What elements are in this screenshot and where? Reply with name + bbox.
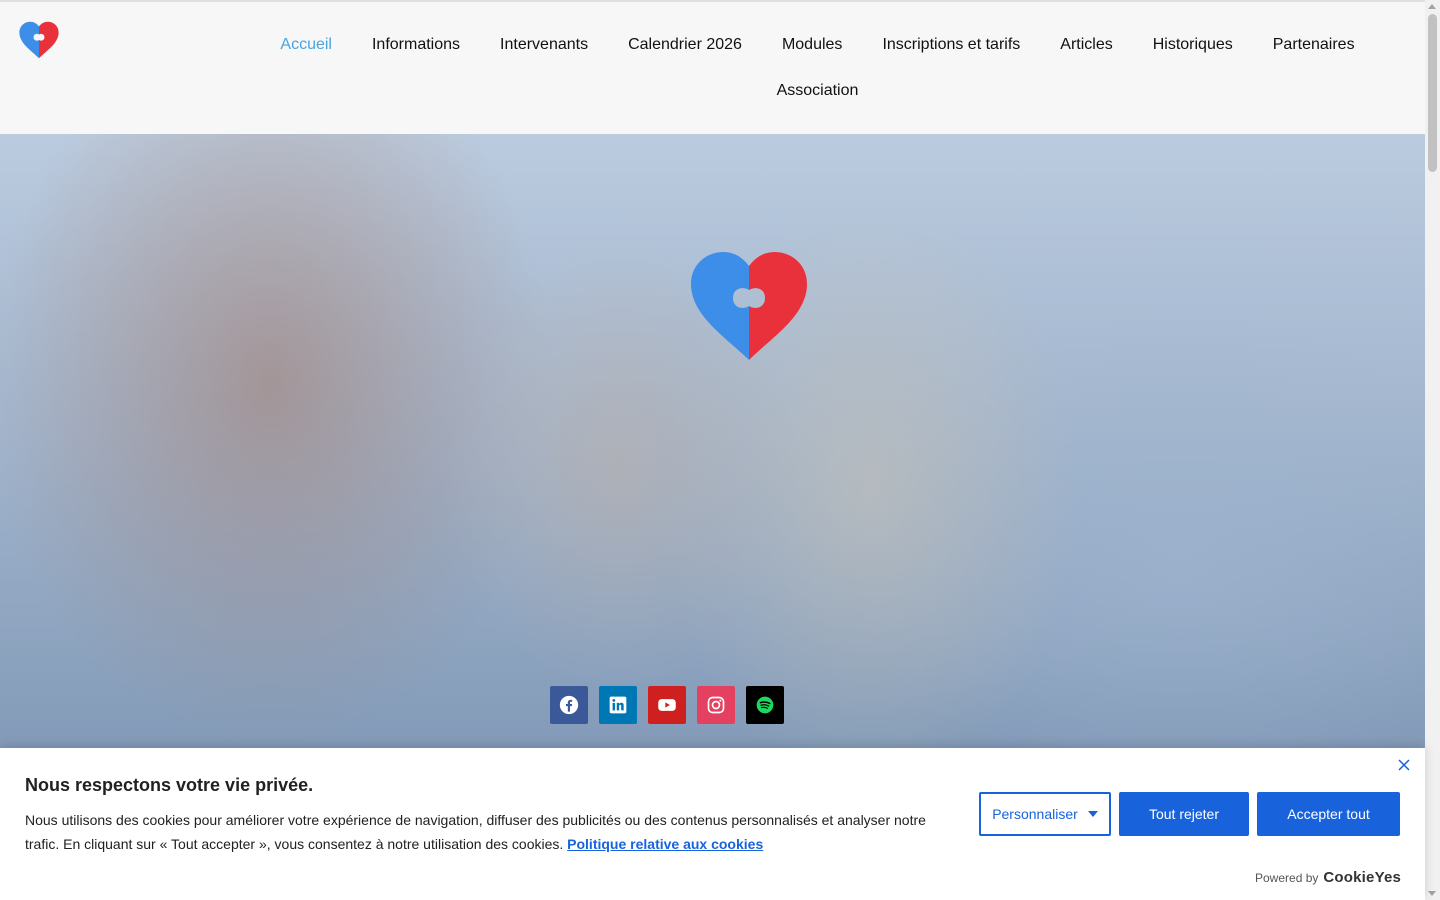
nav-item-inscriptions[interactable]: Inscriptions et tarifs [862, 24, 1040, 66]
nav-item-modules[interactable]: Modules [762, 24, 862, 66]
nav-item-historiques[interactable]: Historiques [1133, 24, 1253, 66]
cookie-policy-link[interactable]: Politique relative aux cookies [567, 836, 763, 852]
nav-item-partenaires[interactable]: Partenaires [1253, 24, 1375, 66]
nav-item-articles[interactable]: Articles [1040, 24, 1132, 66]
hero-banner [0, 134, 1425, 748]
social-links [550, 686, 784, 724]
site-header: Accueil Informations Intervenants Calend… [0, 0, 1425, 134]
cookie-description: Nous utilisons des cookies pour améliore… [25, 808, 945, 856]
spotify-icon[interactable] [746, 686, 784, 724]
hero-overlay [0, 134, 1425, 748]
customize-button[interactable]: Personnaliser [979, 792, 1111, 836]
scroll-down-arrow-icon[interactable] [1428, 891, 1436, 896]
reject-all-button[interactable]: Tout rejeter [1119, 792, 1249, 836]
powered-by: Powered by CookieYes [1255, 869, 1401, 886]
cookie-text-body: Nous utilisons des cookies pour améliore… [25, 812, 926, 852]
cookieyes-logo[interactable]: CookieYes [1323, 869, 1401, 886]
nav-item-accueil[interactable]: Accueil [260, 24, 352, 66]
instagram-icon[interactable] [697, 686, 735, 724]
youtube-icon[interactable] [648, 686, 686, 724]
main-nav: Accueil Informations Intervenants Calend… [255, 24, 1380, 112]
close-icon[interactable] [1397, 758, 1411, 772]
customize-label: Personnaliser [992, 806, 1078, 822]
nav-item-calendrier[interactable]: Calendrier 2026 [608, 24, 762, 66]
linkedin-icon[interactable] [599, 686, 637, 724]
caret-down-icon [1087, 811, 1098, 817]
facebook-icon[interactable] [550, 686, 588, 724]
accept-all-button[interactable]: Accepter tout [1257, 792, 1400, 836]
page-scrollbar[interactable] [1425, 0, 1440, 900]
scroll-up-arrow-icon[interactable] [1428, 4, 1436, 9]
nav-item-association[interactable]: Association [757, 70, 879, 112]
heart-puzzle-logo-icon[interactable] [18, 20, 60, 60]
nav-item-intervenants[interactable]: Intervenants [480, 24, 608, 66]
cookie-title: Nous respectons votre vie privée. [25, 775, 314, 795]
powered-by-label: Powered by [1255, 871, 1319, 885]
cookie-consent-banner: Nous respectons votre vie privée. Nous u… [0, 748, 1425, 900]
scroll-thumb[interactable] [1428, 14, 1437, 172]
heart-puzzle-hero-icon [691, 252, 807, 360]
nav-item-informations[interactable]: Informations [352, 24, 480, 66]
